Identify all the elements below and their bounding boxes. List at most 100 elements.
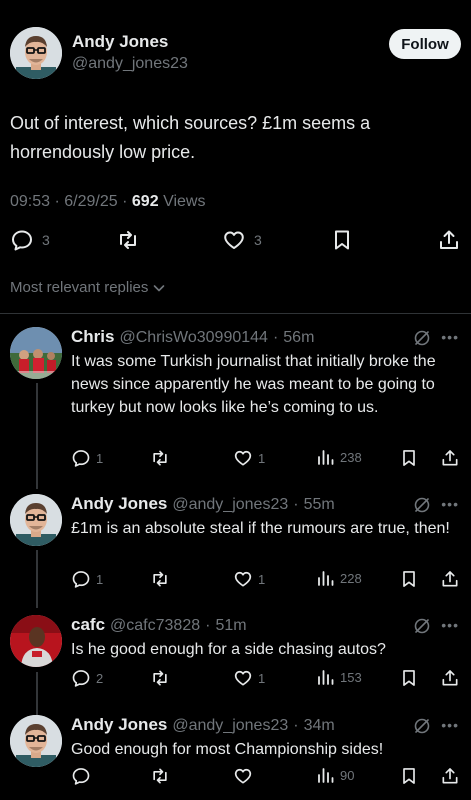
author-handle[interactable]: @andy_jones23: [72, 55, 188, 73]
retweet-icon: [116, 228, 140, 252]
share-button[interactable]: [440, 448, 460, 468]
views-button[interactable]: 90: [317, 766, 354, 784]
views-button[interactable]: 238: [317, 448, 362, 466]
reply-tweet[interactable]: cafc @cafc73828 · 51m ••• Is he good eno…: [10, 615, 461, 693]
views-count: 90: [340, 767, 355, 783]
reply-button[interactable]: 1: [71, 569, 103, 589]
like-button[interactable]: 1: [233, 569, 265, 589]
more-icon[interactable]: •••: [441, 617, 459, 633]
more-icon[interactable]: •••: [441, 496, 459, 512]
like-icon: [222, 228, 246, 252]
share-button[interactable]: [440, 668, 460, 688]
avatar[interactable]: [10, 27, 62, 79]
retweet-icon: [150, 448, 170, 468]
views-count: 153: [340, 669, 362, 685]
bookmark-button[interactable]: [330, 228, 354, 252]
share-icon: [440, 766, 460, 786]
more-icon[interactable]: •••: [441, 717, 459, 733]
avatar[interactable]: [10, 494, 62, 546]
retweet-icon: [150, 766, 170, 786]
reply-author-name[interactable]: cafc: [71, 615, 105, 635]
bookmark-button[interactable]: [399, 668, 419, 688]
reply-text: Is he good enough for a side chasing aut…: [71, 641, 386, 658]
avatar[interactable]: [10, 327, 62, 379]
reply-icon: [71, 766, 91, 786]
more-icon[interactable]: •••: [441, 329, 459, 345]
reply-icon: [71, 569, 91, 589]
reply-time: 34m: [303, 717, 335, 734]
like-icon: [233, 668, 253, 688]
reply-tweet[interactable]: Andy Jones @andy_jones23 · 55m ••• £1m i…: [10, 494, 461, 594]
retweet-icon: [150, 668, 170, 688]
reply-text: It was some Turkish journalist that init…: [71, 353, 436, 416]
like-count: 3: [254, 232, 262, 248]
reply-author-name[interactable]: Andy Jones: [71, 494, 167, 514]
reply-time: 51m: [215, 617, 247, 634]
follow-button[interactable]: Follow: [389, 29, 461, 59]
reply-author-handle[interactable]: @andy_jones23: [172, 496, 288, 514]
reply-tweet[interactable]: Chris @ChrisWo30990144 · 56m ••• It was …: [10, 327, 461, 472]
bookmark-button[interactable]: [399, 766, 419, 786]
like-button[interactable]: 1: [233, 448, 265, 468]
reply-text: Good enough for most Championship sides!: [71, 741, 384, 758]
bookmark-icon: [399, 766, 419, 786]
retweet-icon: [150, 569, 170, 589]
retweet-button[interactable]: [150, 448, 170, 468]
grok-icon[interactable]: [413, 617, 431, 635]
retweet-button[interactable]: [150, 569, 170, 589]
tweet-header: Andy Jones @andy_jones23 Follow: [10, 27, 461, 81]
grok-icon[interactable]: [413, 717, 431, 735]
retweet-button[interactable]: [150, 766, 170, 786]
bookmark-icon: [399, 448, 419, 468]
grok-icon[interactable]: [413, 329, 431, 347]
reply-button[interactable]: 2: [71, 668, 103, 688]
retweet-button[interactable]: [116, 228, 140, 252]
reply-author-name[interactable]: Chris: [71, 327, 114, 347]
views-count: 238: [340, 449, 362, 465]
bookmark-button[interactable]: [399, 569, 419, 589]
views-icon: [317, 668, 335, 686]
avatar[interactable]: [10, 715, 62, 767]
retweet-button[interactable]: [150, 668, 170, 688]
share-button[interactable]: [437, 228, 461, 252]
reply-button[interactable]: 1: [71, 448, 103, 468]
reply-header: Andy Jones @andy_jones23 · 55m: [71, 494, 335, 514]
views-count: 228: [340, 570, 362, 586]
reply-author-handle[interactable]: @ChrisWo30990144: [119, 329, 267, 347]
grok-icon[interactable]: [413, 496, 431, 514]
reply-actions: 1 1 238: [71, 448, 461, 470]
share-icon: [437, 228, 461, 252]
views-button[interactable]: 228: [317, 569, 362, 587]
views-button[interactable]: 153: [317, 668, 362, 686]
reply-button[interactable]: [71, 766, 96, 786]
reply-time: 55m: [303, 496, 335, 513]
reply-author-handle[interactable]: @cafc73828: [110, 617, 200, 635]
reply-author-name[interactable]: Andy Jones: [71, 715, 167, 735]
like-count: 1: [258, 670, 266, 686]
bookmark-icon: [399, 668, 419, 688]
reply-count: 2: [96, 670, 104, 686]
reply-button[interactable]: 3: [10, 228, 50, 252]
like-button[interactable]: [233, 766, 253, 786]
like-button[interactable]: 1: [233, 668, 265, 688]
reply-icon: [71, 448, 91, 468]
reply-text: £1m is an absolute steal if the rumours …: [71, 520, 450, 537]
tweet-actions: 3 3: [10, 228, 461, 254]
reply-author-handle[interactable]: @andy_jones23: [172, 717, 288, 735]
reply-tweet[interactable]: Andy Jones @andy_jones23 · 34m ••• Good …: [10, 715, 461, 795]
author-name[interactable]: Andy Jones: [72, 32, 168, 52]
replies-sort-dropdown[interactable]: Most relevant replies: [10, 279, 166, 296]
share-button[interactable]: [440, 569, 460, 589]
reply-header: Chris @ChrisWo30990144 · 56m: [71, 327, 315, 347]
views-label: Views: [163, 193, 206, 210]
avatar[interactable]: [10, 615, 62, 667]
divider: [0, 313, 471, 314]
reply-header: cafc @cafc73828 · 51m: [71, 615, 247, 635]
share-button[interactable]: [440, 766, 460, 786]
tweet-text: Out of interest, which sources? £1m seem…: [10, 113, 371, 162]
replies-sort-label: Most relevant replies: [10, 279, 149, 296]
like-count: 1: [258, 571, 266, 587]
share-icon: [440, 569, 460, 589]
bookmark-button[interactable]: [399, 448, 419, 468]
like-button[interactable]: 3: [222, 228, 262, 252]
